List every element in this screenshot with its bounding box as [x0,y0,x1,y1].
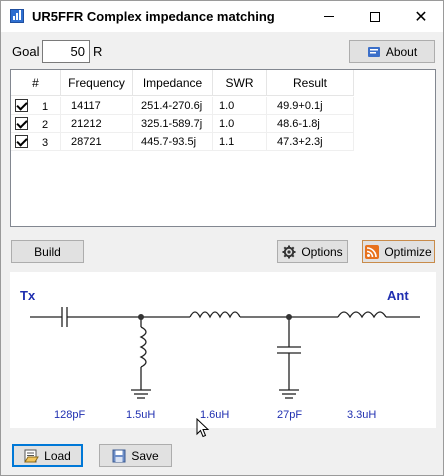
goal-unit-label: R [93,44,103,59]
goal-input[interactable] [42,40,90,63]
main-window: UR5FFR Complex impedance matching ✕ Goal… [0,0,444,476]
gear-icon [282,245,296,259]
about-label: About [385,44,418,59]
folder-open-icon [24,449,40,463]
info-icon [367,45,381,59]
close-icon: ✕ [414,8,428,26]
row-index: 1 [42,101,49,113]
row-frequency: 14117 [61,97,133,115]
circuit-schematic [30,307,420,399]
row-frequency: 28721 [61,133,133,151]
about-button[interactable]: About [349,40,435,63]
app-icon [10,9,24,23]
build-button[interactable]: Build [11,240,84,263]
circuit-diagram: Tx Ant 128pF 1.5uH 1.6uH 27pF 3.3uH [10,272,436,428]
column-header-swr[interactable]: SWR [213,70,267,96]
row-swr: 1.0 [213,115,267,133]
column-header-index[interactable]: # [11,70,61,96]
row-impedance: 251.4-270.6j [133,97,213,115]
maximize-button[interactable] [352,1,398,32]
build-label: Build [34,244,61,259]
inductor-3-value: 3.3uH [347,409,377,421]
title-bar[interactable]: UR5FFR Complex impedance matching ✕ [1,1,443,32]
row-swr: 1.0 [213,97,267,115]
options-button[interactable]: Options [277,240,348,263]
row-index: 3 [42,137,49,149]
load-button[interactable]: Load [12,444,83,467]
column-header-frequency[interactable]: Frequency [61,70,133,96]
row-checkbox[interactable] [15,135,28,148]
column-header-result[interactable]: Result [267,70,354,96]
minimize-button[interactable] [306,1,352,32]
row-frequency: 21212 [61,115,133,133]
column-header-impedance[interactable]: Impedance [133,70,213,96]
capacitor-2-value: 27pF [277,409,303,421]
table-row[interactable]: 3 28721 445.7-93.5j 1.1 47.3+2.3j [11,133,354,151]
table-header: # Frequency Impedance SWR Result [11,70,354,96]
row-impedance: 325.1-589.7j [133,115,213,133]
save-button[interactable]: Save [99,444,172,467]
goal-label: Goal [12,44,40,59]
inductor-1-value: 1.5uH [126,409,156,421]
frequency-table[interactable]: # Frequency Impedance SWR Result 1 14117… [10,69,436,227]
close-button[interactable]: ✕ [398,1,444,32]
load-label: Load [44,448,71,463]
row-impedance: 445.7-93.5j [133,133,213,151]
maximize-icon [370,11,380,22]
save-icon [112,449,126,463]
row-result: 47.3+2.3j [267,133,354,151]
save-label: Save [131,448,159,463]
mouse-cursor-icon [196,418,210,438]
optimize-label: Optimize [384,244,432,259]
row-checkbox[interactable] [15,117,28,130]
table-row[interactable]: 1 14117 251.4-270.6j 1.0 49.9+0.1j [11,97,354,115]
rss-icon [365,244,380,259]
row-checkbox[interactable] [15,99,28,112]
row-result: 49.9+0.1j [267,97,354,115]
row-swr: 1.1 [213,133,267,151]
optimize-button[interactable]: Optimize [362,240,435,263]
window-title: UR5FFR Complex impedance matching [32,9,275,24]
row-result: 48.6-1.8j [267,115,354,133]
options-label: Options [301,244,343,259]
minimize-icon [324,16,334,17]
capacitor-1-value: 128pF [54,409,86,421]
row-index: 2 [42,119,49,131]
table-row[interactable]: 2 21212 325.1-589.7j 1.0 48.6-1.8j [11,115,354,133]
